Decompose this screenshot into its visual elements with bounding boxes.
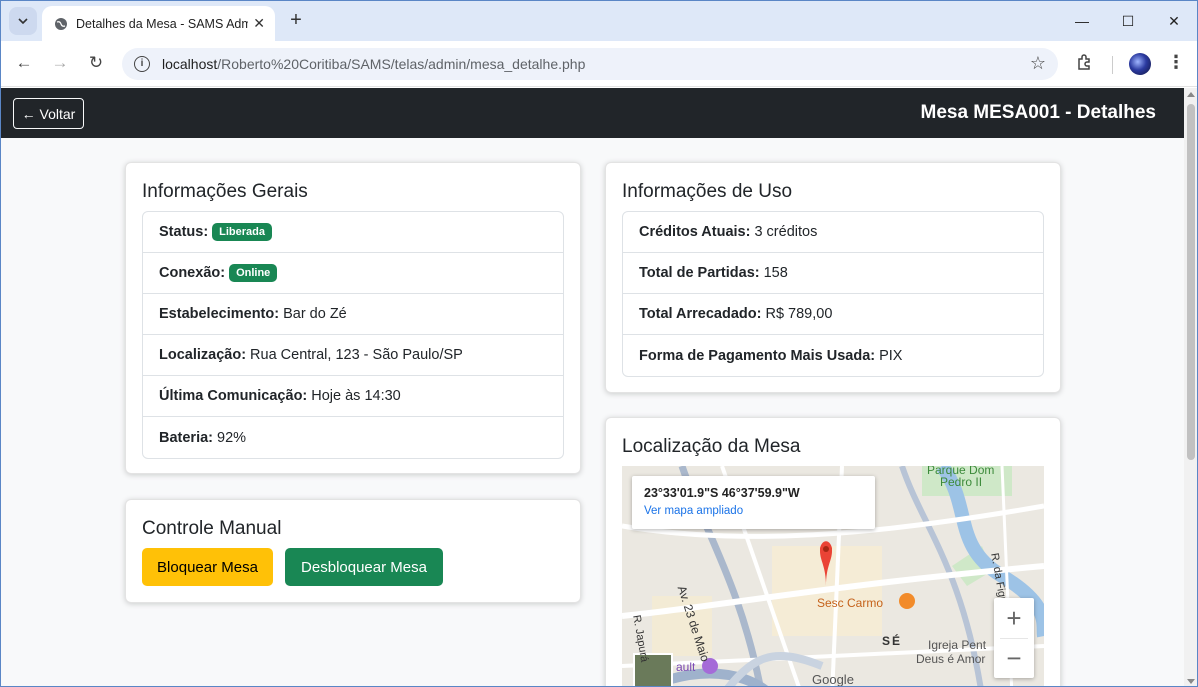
- zoom-in-icon[interactable]: +: [994, 598, 1034, 638]
- bookmark-star-icon[interactable]: ☆: [1030, 53, 1046, 74]
- card-controle-manual: Controle Manual Bloquear Mesa Desbloquea…: [125, 499, 581, 603]
- card-title: Localização da Mesa: [622, 436, 801, 457]
- google-logo: Google: [812, 672, 854, 687]
- chevron-down-icon: [18, 18, 28, 24]
- connection-badge: Online: [229, 264, 278, 282]
- reload-icon[interactable]: ↻: [85, 53, 107, 73]
- new-tab-button[interactable]: +: [285, 9, 307, 31]
- card-localizacao: Localização da Mesa Parque Dom Pedro II …: [605, 417, 1061, 687]
- usage-list: Créditos Atuais: 3 créditos Total de Part…: [622, 211, 1044, 377]
- list-item-status: Status: Liberada: [143, 212, 563, 253]
- list-item-localizacao: Localização: Rua Central, 123 - São Paulo…: [143, 335, 563, 376]
- restaurant-icon: [899, 593, 915, 609]
- back-arrow-icon[interactable]: ←: [13, 53, 35, 73]
- card-title: Informações Gerais: [142, 181, 308, 202]
- list-item-conexao: Conexão: Online: [143, 253, 563, 294]
- map-info-window: 23°33'01.9"S 46°37'59.9"W Ver mapa ampli…: [632, 476, 875, 529]
- block-table-button[interactable]: Bloquear Mesa: [142, 548, 273, 586]
- card-informacoes-uso: Informações de Uso Créditos Atuais: 3 cré…: [605, 162, 1061, 393]
- list-item-estabelecimento: Estabelecimento: Bar do Zé: [143, 294, 563, 335]
- menu-kebab-icon[interactable]: ⋮: [1167, 52, 1185, 73]
- map-zoom-control: + −: [994, 598, 1034, 678]
- map-coordinates: 23°33'01.9"S 46°37'59.9"W: [644, 486, 800, 500]
- tab-bar: Detalhes da Mesa - SAMS Admin ✕ + — ☐ ✕: [1, 1, 1197, 41]
- map-label-igreja-2: Deus é Amor: [916, 652, 986, 666]
- embedded-map[interactable]: Parque Dom Pedro II Sesc Carmo SÉ Igreja…: [622, 466, 1044, 687]
- scrollbar-thumb[interactable]: [1187, 104, 1195, 460]
- list-item-arrecadado: Total Arrecadado: R$ 789,00: [623, 294, 1043, 335]
- list-item-ultima-comunicacao: Última Comunicação: Hoje às 14:30: [143, 376, 563, 417]
- list-item-partidas: Total de Partidas: 158: [623, 253, 1043, 294]
- tab-title: Detalhes da Mesa - SAMS Admin: [76, 16, 248, 31]
- address-bar[interactable]: i localhost/Roberto%20Coritiba/SAMS/tela…: [122, 48, 1058, 80]
- tab-search-button[interactable]: [9, 7, 37, 35]
- map-label-igreja-1: Igreja Pent: [928, 638, 987, 652]
- minimize-icon[interactable]: —: [1059, 1, 1105, 41]
- extensions-icon[interactable]: [1076, 53, 1094, 76]
- view-larger-map-link[interactable]: Ver mapa ampliado: [644, 505, 863, 517]
- card-title: Informações de Uso: [622, 181, 793, 202]
- card-informacoes-gerais: Informações Gerais Status: Liberada Conex…: [125, 162, 581, 474]
- zoom-out-icon[interactable]: −: [994, 638, 1034, 678]
- back-button[interactable]: ← Voltar: [13, 98, 84, 129]
- page-scrollbar[interactable]: [1184, 88, 1197, 686]
- browser-toolbar: ← → ↻ i localhost/Roberto%20Coritiba/SAM…: [1, 41, 1197, 87]
- list-item-pagamento: Forma de Pagamento Mais Usada: PIX: [639, 347, 903, 364]
- forward-arrow-icon[interactable]: →: [49, 53, 71, 73]
- site-info-icon[interactable]: i: [134, 56, 150, 72]
- list-item-creditos: Créditos Atuais: 3 créditos: [623, 212, 1043, 253]
- list-item-bateria: Bateria: 92%: [159, 429, 247, 446]
- map-label-pedro: Pedro II: [940, 475, 983, 489]
- top-navbar: ← Voltar Mesa MESA001 - Detalhes: [1, 88, 1184, 138]
- globe-icon: [55, 17, 67, 30]
- close-window-icon[interactable]: ✕: [1151, 1, 1197, 41]
- url-text: localhost/Roberto%20Coritiba/SAMS/telas/…: [162, 56, 586, 72]
- profile-avatar[interactable]: [1129, 53, 1151, 75]
- page-title: Mesa MESA001 - Detalhes: [920, 102, 1157, 123]
- browser-tab[interactable]: Detalhes da Mesa - SAMS Admin ✕: [42, 6, 275, 41]
- maximize-icon[interactable]: ☐: [1105, 1, 1151, 41]
- card-title: Controle Manual: [142, 518, 282, 539]
- map-label-ault: ault: [676, 660, 696, 674]
- toolbar-divider: [1112, 56, 1113, 74]
- page-viewport: ← Voltar Mesa MESA001 - Detalhes Informa…: [1, 88, 1184, 687]
- status-badge: Liberada: [212, 223, 273, 241]
- scroll-up-icon[interactable]: [1187, 92, 1195, 97]
- browser-window: Detalhes da Mesa - SAMS Admin ✕ + — ☐ ✕ …: [0, 0, 1198, 687]
- map-label-sesc: Sesc Carmo: [817, 596, 884, 610]
- window-controls: — ☐ ✕: [1059, 1, 1197, 41]
- close-tab-icon[interactable]: ✕: [253, 15, 265, 32]
- scroll-down-icon[interactable]: [1187, 679, 1195, 684]
- map-label-se: SÉ: [882, 634, 903, 648]
- unblock-table-button[interactable]: Desbloquear Mesa: [285, 548, 443, 586]
- info-list: Status: Liberada Conexão: Online Estabelec…: [142, 211, 564, 459]
